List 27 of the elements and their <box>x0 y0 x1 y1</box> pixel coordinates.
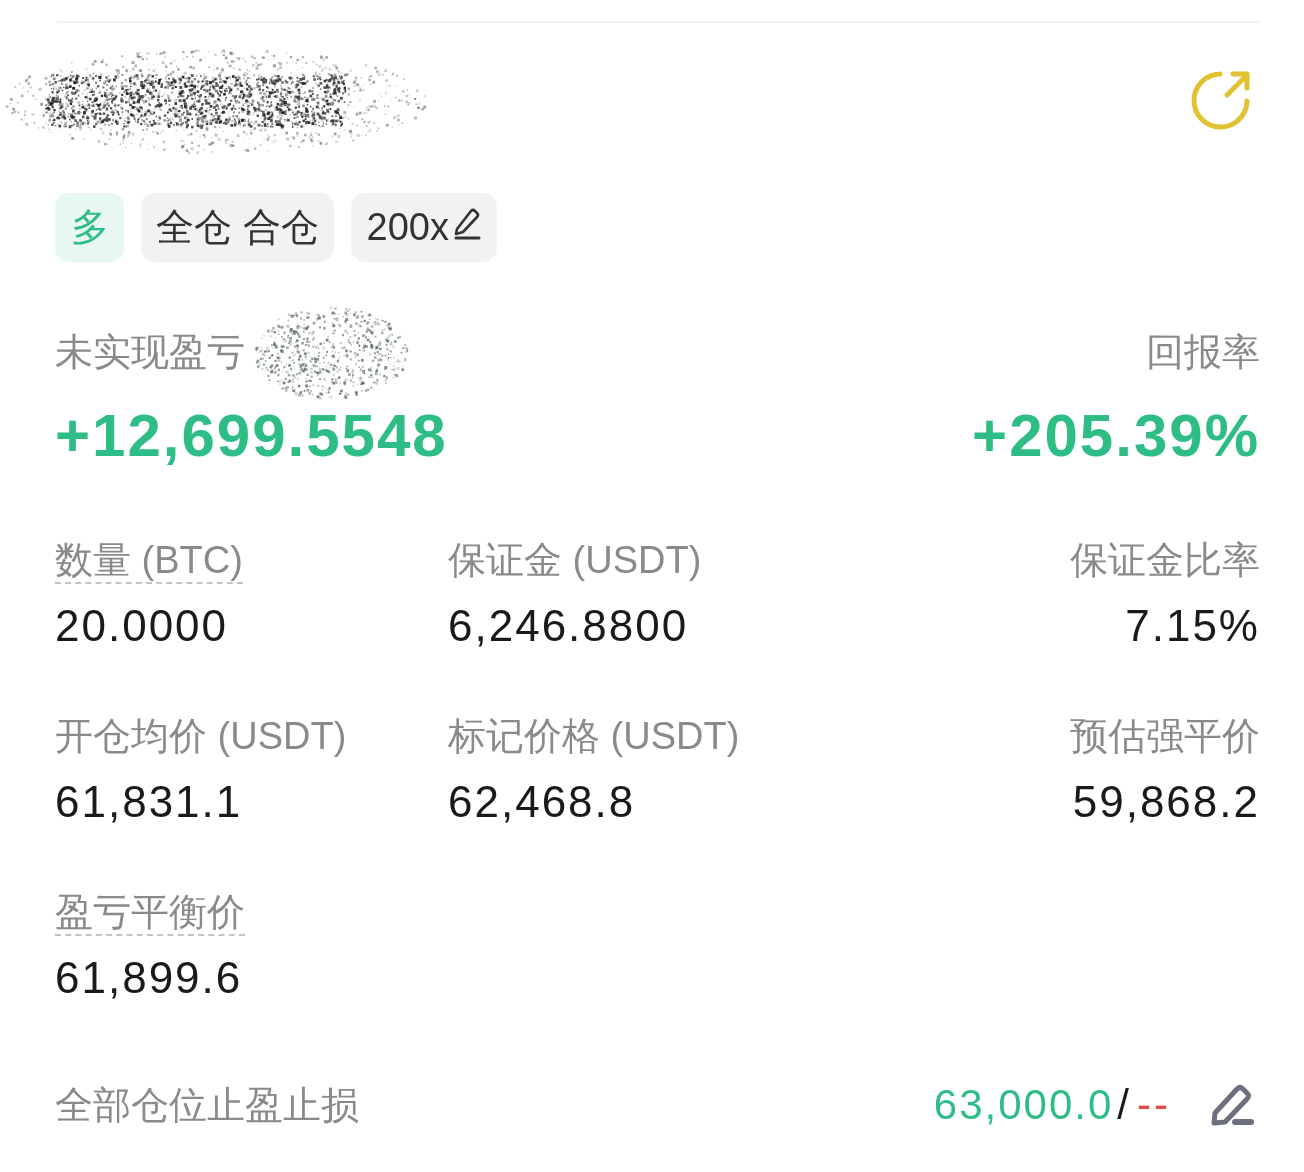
leverage-button[interactable]: 200x <box>350 193 497 262</box>
stat-label[interactable]: 盈亏平衡价 <box>55 890 245 936</box>
edit-icon[interactable] <box>1209 1083 1255 1127</box>
stat-label: 标记价格 (USDT) <box>448 714 740 759</box>
margin-mode-tag: 全仓 合仓 <box>141 193 334 262</box>
position-side-tag: 多 <box>55 193 124 262</box>
stat-value: 7.15% <box>1125 602 1260 650</box>
take-profit-value: 63,000.0 <box>933 1082 1114 1128</box>
stat-label: 保证金比率 <box>1070 538 1260 583</box>
pnl-label: 未实现盈亏 <box>55 330 245 375</box>
separator-text: / <box>1117 1082 1129 1128</box>
pnl-value: +12,699.5548 <box>55 406 448 466</box>
stat-label: 预估强平价 <box>1070 714 1260 759</box>
stop-loss-value: -- <box>1137 1082 1171 1128</box>
stat-label[interactable]: 数量 (BTC) <box>55 538 243 584</box>
tpsl-label: 全部仓位止盈止损 <box>55 1083 359 1128</box>
stat-value: 6,246.8800 <box>448 602 689 650</box>
stat-value: 20.0000 <box>55 602 229 650</box>
return-rate-value: +205.39% <box>972 406 1260 466</box>
return-rate-label: 回报率 <box>1146 330 1260 375</box>
stat-value: 59,868.2 <box>1072 778 1260 826</box>
stat-label: 开仓均价 (USDT) <box>55 714 347 759</box>
pencil-icon <box>452 207 481 240</box>
stat-value: 61,831.1 <box>55 778 243 826</box>
stat-value: 61,899.6 <box>55 954 243 1002</box>
stat-label: 保证金 (USDT) <box>448 538 702 583</box>
stat-value: 62,468.8 <box>448 778 636 826</box>
